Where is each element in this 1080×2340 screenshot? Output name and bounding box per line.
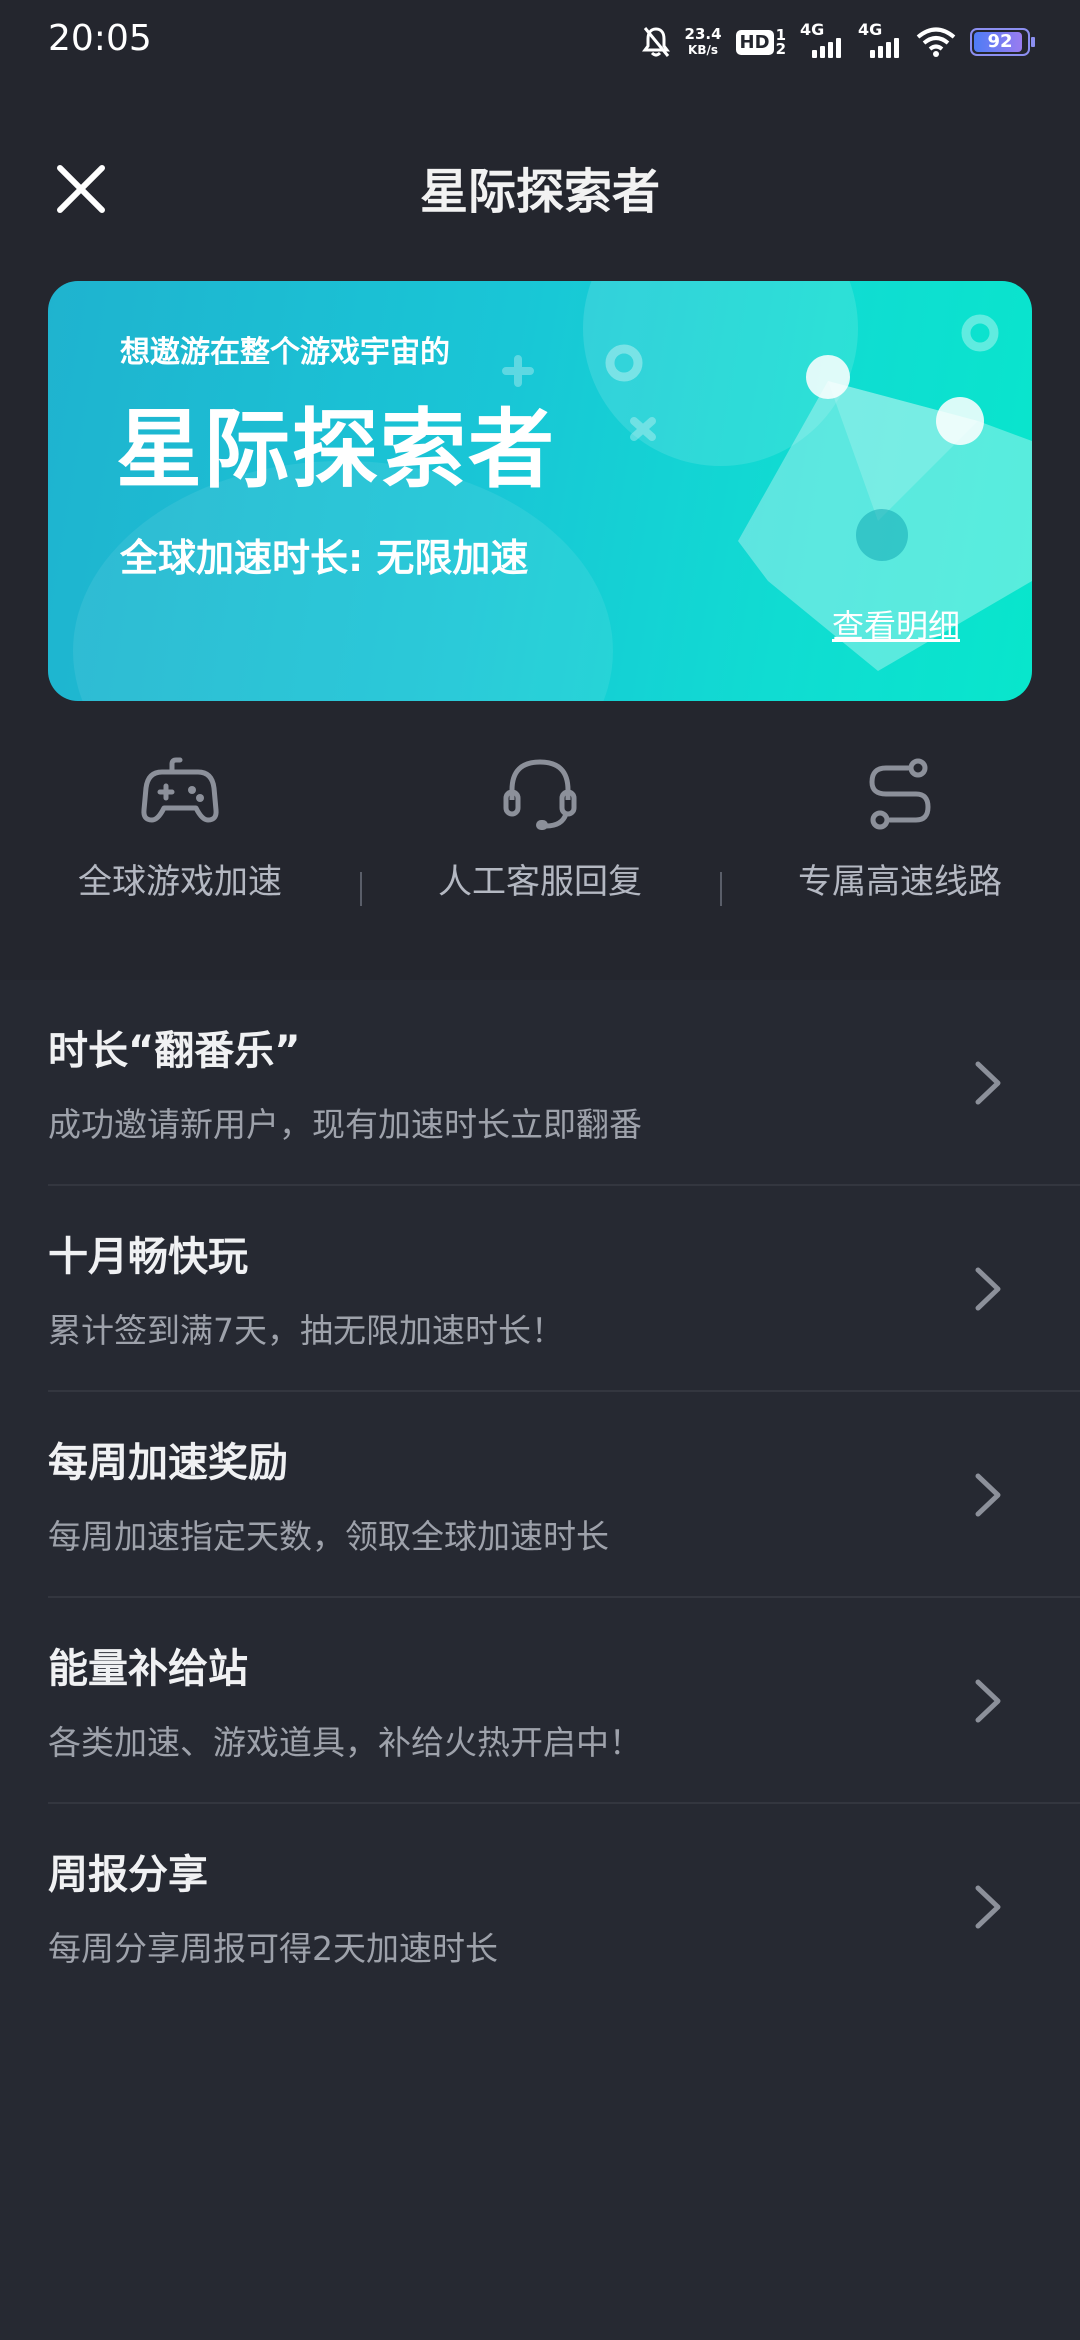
status-icons: 23.4 KB/s HD 1 2 4G 4G 92 [641, 20, 1035, 64]
battery-level: 92 [987, 31, 1013, 52]
feature-label: 专属高速线路 [798, 862, 1002, 902]
item-description: 成功邀请新用户，现有加速时长立即翻番 [48, 1105, 642, 1144]
chevron-right-icon [975, 1679, 1001, 1723]
signal-sim2-icon: 4G [858, 20, 902, 58]
sim1-label: 4G [800, 20, 825, 39]
signal-sim1-icon: 4G [800, 20, 844, 58]
chevron-right-icon [975, 1473, 1001, 1517]
item-title: 周报分享 [48, 1852, 208, 1898]
activity-list: 时长“翻番乐” 成功邀请新用户，现有加速时长立即翻番 十月畅快玩 累计签到满7天… [0, 980, 1080, 2010]
item-description: 每周分享周报可得2天加速时长 [48, 1929, 498, 1968]
sim2-label: 4G [858, 20, 883, 39]
screen: 20:05 23.4 KB/s HD 1 2 4G 4G 92 星际探索者 想遨… [0, 0, 1080, 2340]
chevron-right-icon [975, 1267, 1001, 1311]
hd-sim-bottom: 2 [775, 40, 786, 58]
feature-dedicated-line: 专属高速线路 [720, 750, 1080, 903]
list-item[interactable]: 能量补给站 各类加速、游戏道具，补给火热开启中！ [0, 1598, 1080, 1804]
banner-subtitle: 想遨游在整个游戏宇宙的 [120, 335, 450, 370]
item-description: 累计签到满7天，抽无限加速时长！ [48, 1311, 564, 1350]
chevron-right-icon [975, 1885, 1001, 1929]
route-icon [869, 758, 931, 830]
feature-global-accel: 全球游戏加速 [0, 750, 360, 903]
hd-badge: HD 1 2 [735, 28, 786, 58]
hd-label: HD [735, 29, 774, 55]
status-bar: 20:05 23.4 KB/s HD 1 2 4G 4G 92 [0, 0, 1080, 84]
net-speed-unit: KB/s [688, 43, 719, 57]
headset-icon [503, 759, 577, 830]
view-details-link[interactable]: 查看明细 [832, 601, 960, 647]
list-item[interactable]: 十月畅快玩 累计签到满7天，抽无限加速时长！ [0, 1186, 1080, 1392]
page-title: 星际探索者 [419, 164, 660, 220]
feature-customer-service: 人工客服回复 [360, 750, 720, 903]
item-title: 每周加速奖励 [48, 1440, 288, 1486]
banner-duration: 全球加速时长: 无限加速 [120, 536, 529, 580]
item-title: 十月畅快玩 [48, 1234, 248, 1280]
feature-row: 全球游戏加速 人工客服回复 专属高速线路 [0, 750, 1080, 930]
battery-icon: 92 [970, 28, 1035, 56]
item-title: 能量补给站 [48, 1646, 248, 1692]
chevron-right-icon [975, 1061, 1001, 1105]
status-time: 20:05 [48, 18, 152, 59]
item-description: 各类加速、游戏道具，补给火热开启中！ [48, 1723, 642, 1762]
item-title: 时长“翻番乐” [48, 1028, 301, 1074]
gamepad-icon [141, 757, 219, 823]
list-item[interactable]: 周报分享 每周分享周报可得2天加速时长 [0, 1804, 1080, 2010]
item-description: 每周加速指定天数，领取全球加速时长 [48, 1517, 609, 1556]
net-speed: 23.4 KB/s [685, 26, 722, 58]
mute-icon [641, 25, 671, 59]
feature-label: 人工客服回复 [438, 862, 642, 902]
wifi-icon [916, 26, 956, 58]
banner-title: 星际探索者 [116, 400, 556, 500]
list-item[interactable]: 时长“翻番乐” 成功邀请新用户，现有加速时长立即翻番 [0, 980, 1080, 1186]
list-item[interactable]: 每周加速奖励 每周加速指定天数，领取全球加速时长 [0, 1392, 1080, 1598]
membership-banner: 想遨游在整个游戏宇宙的 星际探索者 全球加速时长: 无限加速 查看明细 [48, 281, 1032, 701]
net-speed-value: 23.4 [684, 25, 722, 43]
feature-label: 全球游戏加速 [78, 862, 282, 902]
